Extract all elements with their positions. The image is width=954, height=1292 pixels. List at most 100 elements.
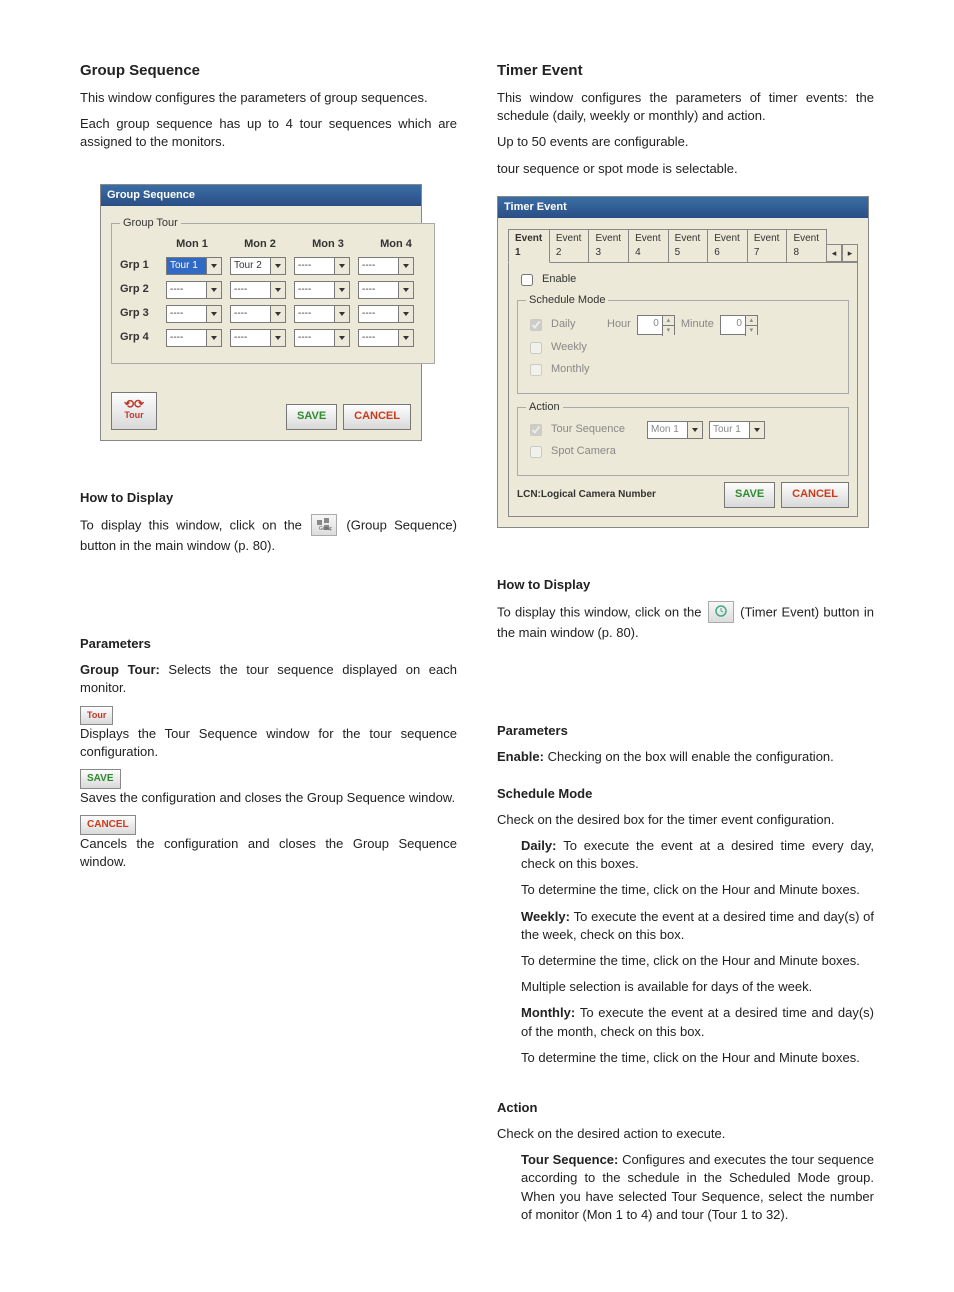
tour-select[interactable]: ----: [358, 281, 414, 299]
right-column: Timer Event This window configures the p…: [497, 60, 874, 1232]
group-tour-frame: Group Tour Mon 1 Mon 2 Mon 3 Mon 4 Grp 1…: [111, 216, 435, 364]
tour-select[interactable]: ----: [166, 305, 222, 323]
save-button[interactable]: SAVE: [724, 482, 775, 508]
tour-value: Tour 1: [710, 423, 749, 437]
tab-event-1[interactable]: Event 1: [508, 229, 550, 263]
tab-event-8[interactable]: Event 8: [786, 229, 827, 262]
text: To execute the event at a desired time a…: [521, 909, 874, 942]
chevron-down-icon: [270, 258, 285, 274]
select-value: ----: [231, 307, 270, 321]
tour-select[interactable]: Tour 1: [166, 257, 222, 275]
tour-select[interactable]: ----: [294, 281, 350, 299]
action-frame: Action Tour Sequence Mon 1 Tour 1: [517, 400, 849, 476]
tour-inline-icon: Tour: [80, 706, 113, 725]
param-text: Displays the Tour Sequence window for th…: [80, 725, 457, 761]
group-row: Grp 2----------------: [120, 281, 426, 299]
tour-select[interactable]: ----: [358, 257, 414, 275]
timer-event-icon: [708, 601, 734, 623]
monitor-select[interactable]: Mon 1: [647, 421, 703, 439]
window-title: Group Sequence: [101, 185, 421, 206]
tour-select[interactable]: ----: [358, 305, 414, 323]
select-value: Tour 1: [167, 259, 206, 273]
daily-checkbox[interactable]: [530, 319, 542, 331]
select-value: ----: [359, 259, 398, 273]
chevron-down-icon: [206, 258, 221, 274]
tour-button[interactable]: ⟲⟳ Tour: [111, 392, 157, 430]
enable-checkbox[interactable]: [521, 274, 533, 286]
tab-event-6[interactable]: Event 6: [707, 229, 748, 262]
select-value: ----: [295, 307, 334, 321]
tab-event-5[interactable]: Event 5: [668, 229, 709, 262]
monthly-label: Monthly: [551, 362, 590, 377]
param-text: To determine the time, click on the Hour…: [521, 1049, 874, 1067]
timer-event-heading: Timer Event: [497, 60, 874, 81]
label: Enable:: [497, 749, 548, 764]
tour-select[interactable]: ----: [230, 329, 286, 347]
col-header: Mon 4: [366, 237, 426, 252]
chevron-down-icon: [398, 282, 413, 298]
tour-select[interactable]: ----: [358, 329, 414, 347]
row-label: Grp 1: [120, 258, 158, 273]
cancel-button[interactable]: CANCEL: [781, 482, 849, 508]
frame-legend: Action: [526, 400, 563, 415]
param-text: Enable: Checking on the box will enable …: [497, 748, 874, 766]
cancel-inline-icon: CANCEL: [80, 815, 136, 835]
tour-select[interactable]: ----: [166, 329, 222, 347]
tab-event-4[interactable]: Event 4: [628, 229, 669, 262]
spot-camera-checkbox[interactable]: [530, 446, 542, 458]
text: To execute the event at a desired time e…: [521, 838, 874, 871]
svg-text:Group: Group: [319, 526, 332, 531]
chevron-down-icon: [270, 306, 285, 322]
intro-text: Up to 50 events are configurable.: [497, 133, 874, 151]
chevron-down-icon: [398, 258, 413, 274]
text: To display this window, click on the: [80, 517, 309, 532]
weekly-label: Weekly: [551, 340, 587, 355]
monthly-checkbox[interactable]: [530, 364, 542, 376]
tab-scroll-right[interactable]: ▸: [842, 244, 858, 262]
tour-select[interactable]: ----: [294, 305, 350, 323]
param-text: Check on the desired box for the timer e…: [497, 811, 874, 829]
hour-stepper[interactable]: 0 ▴▾: [637, 315, 675, 335]
tour-select[interactable]: ----: [294, 257, 350, 275]
col-header: Mon 3: [298, 237, 358, 252]
event-tabs: Event 1 Event 2 Event 3 Event 4 Event 5 …: [508, 228, 858, 263]
tour-select[interactable]: ----: [230, 281, 286, 299]
tour-select[interactable]: Tour 1: [709, 421, 765, 439]
select-value: ----: [167, 307, 206, 321]
tour-select[interactable]: ----: [166, 281, 222, 299]
daily-label: Daily: [551, 317, 601, 332]
tab-event-7[interactable]: Event 7: [747, 229, 788, 262]
tab-event-3[interactable]: Event 3: [588, 229, 629, 262]
save-button[interactable]: SAVE: [286, 404, 337, 430]
tour-select[interactable]: ----: [230, 305, 286, 323]
minute-value: 0: [721, 316, 745, 334]
tab-event-2[interactable]: Event 2: [549, 229, 590, 262]
param-text: Group Tour: Selects the tour sequence di…: [80, 661, 457, 697]
chevron-down-icon: [398, 306, 413, 322]
weekly-checkbox[interactable]: [530, 342, 542, 354]
tab-scroll-left[interactable]: ◂: [826, 244, 842, 262]
minute-stepper[interactable]: 0 ▴▾: [720, 315, 758, 335]
select-value: ----: [359, 307, 398, 321]
cancel-button[interactable]: CANCEL: [343, 404, 411, 430]
group-row: Grp 1 Tour 1 Tour 2 ---- ----: [120, 257, 426, 275]
save-inline-icon: SAVE: [80, 769, 121, 789]
how-to-text: To display this window, click on the (Ti…: [497, 602, 874, 642]
monitor-value: Mon 1: [648, 423, 687, 437]
select-value: ----: [359, 331, 398, 345]
enable-label: Enable: [542, 272, 576, 287]
tour-sequence-label: Tour Sequence: [551, 422, 641, 437]
how-to-heading: How to Display: [497, 576, 874, 594]
intro-text: This window configures the parameters of…: [80, 89, 457, 107]
text: To display this window, click on the: [497, 605, 706, 620]
tour-select[interactable]: ----: [294, 329, 350, 347]
hour-value: 0: [638, 316, 662, 334]
intro-text: This window configures the parameters of…: [497, 89, 874, 125]
chevron-down-icon: [334, 330, 349, 346]
tour-select[interactable]: Tour 2: [230, 257, 286, 275]
minute-label: Minute: [681, 317, 714, 332]
chevron-down-icon: [206, 282, 221, 298]
tour-sequence-checkbox[interactable]: [530, 424, 542, 436]
select-value: ----: [167, 331, 206, 345]
label: Group Tour:: [80, 662, 168, 677]
